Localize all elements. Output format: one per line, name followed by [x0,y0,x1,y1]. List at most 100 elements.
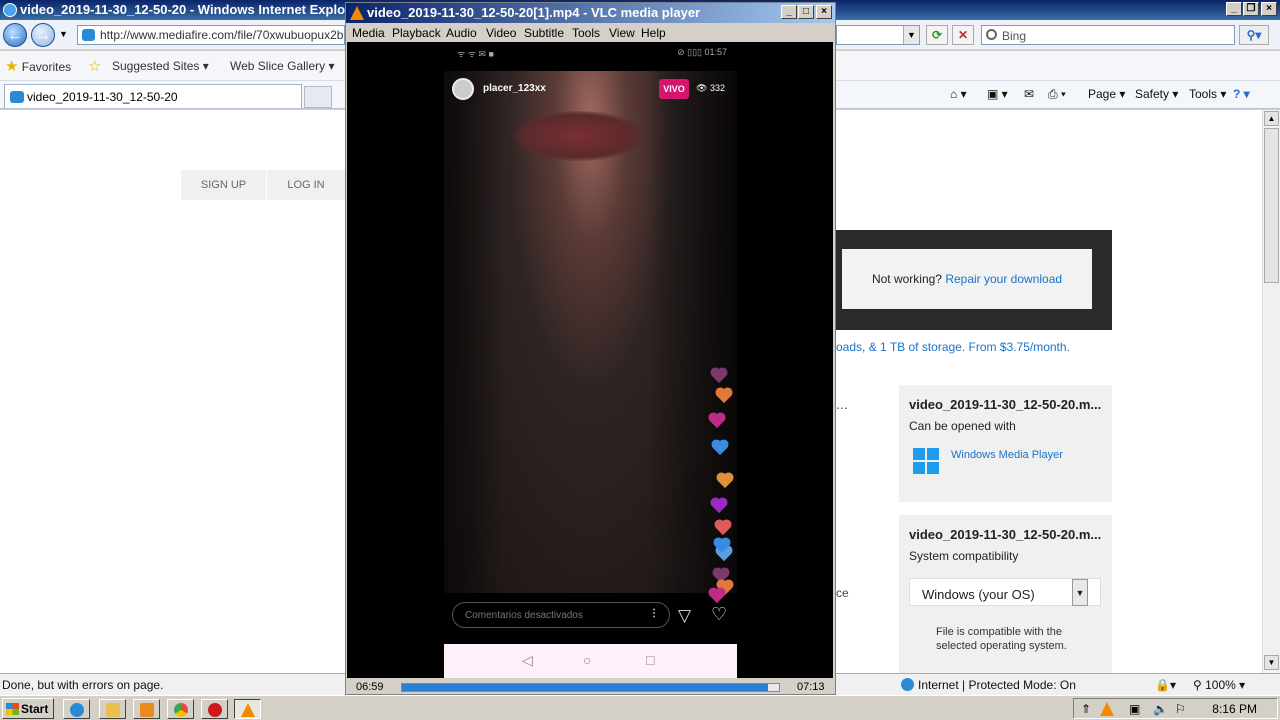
media-player-taskbar-icon[interactable] [133,699,160,719]
browser-tab[interactable]: video_2019-11-30_12-50-20 [4,84,302,108]
vlc-controls: 06:59 07:13 [346,678,835,694]
vlc-maximize-button[interactable]: □ [798,5,814,19]
windows-media-player-link[interactable]: Windows Media Player [951,449,1063,461]
volume-icon[interactable]: 🔈 [1153,702,1168,716]
send-icon: ▽ [678,606,692,625]
system-tray: ⇑ ▣ 🔈 ⚐ 8:16 PM [1073,698,1278,719]
vlc-window-title: video_2019-11-30_12-50-20[1].mp4 - VLC m… [367,5,701,20]
restore-button[interactable]: ❐ [1243,2,1259,16]
mail-icon[interactable]: ✉ [1024,87,1034,101]
safety-menu[interactable]: Safety ▾ [1135,87,1178,101]
search-go-button[interactable]: ⚲▾ [1239,25,1269,45]
live-badge: VIVO [659,79,689,99]
address-dropdown-icon[interactable]: ▼ [903,26,919,44]
repair-download-link[interactable]: Repair your download [945,272,1062,286]
phone-status-bar: ᯤ ᯤ ✉ ■ ⊘ ▯▯▯ 01:57 [457,47,727,60]
tray-vlc-icon[interactable] [1100,702,1114,716]
rss-feed-icon[interactable]: ▣ ▾ [987,87,1008,101]
page-menu[interactable]: Page ▾ [1088,87,1125,101]
comments-placeholder: Comentarios desactivados [465,610,583,621]
menu-subtitle[interactable]: Subtitle [524,26,564,40]
taskbar: Start ⇑ ▣ 🔈 ⚐ 8:16 PM [0,695,1280,720]
stop-icon[interactable]: ✕ [952,25,974,45]
globe-icon [901,678,914,691]
os-select-value: Windows (your OS) [922,587,1035,602]
compatibility-card: video_2019-11-30_12-50-20.m... System co… [899,515,1112,673]
back-arrow-icon[interactable]: ← [3,23,27,47]
viewer-count-value: 332 [709,83,725,93]
star-icon: ★ [5,58,19,75]
vlc-window: video_2019-11-30_12-50-20[1].mp4 - VLC m… [345,2,836,695]
scroll-up-icon[interactable]: ▲ [1264,111,1279,126]
scroll-down-icon[interactable]: ▼ [1264,655,1279,670]
opera-taskbar-icon[interactable] [201,699,228,719]
forward-arrow-icon[interactable]: → [31,23,55,47]
menu-tools[interactable]: Tools [572,26,600,40]
ie-taskbar-icon[interactable] [63,699,90,719]
current-time: 06:59 [356,681,384,693]
vlc-cone-icon [350,6,364,20]
zoom-control[interactable]: ⚲ 100% ▾ [1193,678,1245,692]
os-select[interactable]: Windows (your OS) ▼ [909,578,1101,606]
refresh-icon[interactable]: ⟳ [926,25,948,45]
address-bar-tail[interactable]: ▼ [836,25,920,45]
viewer-count: 👁 332 [696,83,725,93]
vlc-minimize-button[interactable]: _ [781,5,797,19]
compat-line-2: selected operating system. [936,640,1067,652]
address-bar[interactable]: http://www.mediafire.com/file/70xwubuopu… [77,25,345,45]
new-tab-button[interactable] [304,86,332,108]
seek-bar[interactable] [401,683,780,692]
vlc-menu-bar: Media Playback Audio Video Subtitle Tool… [346,23,835,42]
action-center-flag-icon[interactable]: ⚐ [1175,702,1186,716]
add-favorites-icon[interactable]: ☆ [88,57,101,75]
truncated-text: ... [836,396,848,412]
suggested-sites-link[interactable]: Suggested Sites ▾ [112,59,209,73]
scrollbar-thumb[interactable] [1264,128,1279,283]
chrome-taskbar-icon[interactable] [167,699,194,719]
not-working-text: Not working? [871,272,942,286]
storage-offer-link[interactable]: oads, & 1 TB of storage. From $3.75/mont… [836,340,1070,354]
history-dropdown-icon[interactable]: ▼ [59,29,68,39]
menu-help[interactable]: Help [641,26,666,40]
menu-view[interactable]: View [609,26,635,40]
log-in-button[interactable]: LOG IN [267,170,345,200]
minimize-button[interactable]: _ [1226,2,1242,16]
more-options-icon: ⋮ [649,608,659,619]
help-icon[interactable]: ? ▾ [1233,87,1250,101]
menu-playback[interactable]: Playback [392,26,441,40]
favorites-button[interactable]: ★ Favorites [5,57,71,75]
tray-expand-icon[interactable]: ⇑ [1081,702,1091,716]
ie-logo-icon [3,3,17,17]
network-icon[interactable]: ▣ [1129,702,1140,716]
menu-audio[interactable]: Audio [446,26,477,40]
explorer-taskbar-icon[interactable] [99,699,126,719]
menu-video[interactable]: Video [486,26,516,40]
windows-logo-icon [913,448,939,474]
sign-up-button[interactable]: SIGN UP [181,170,266,200]
chevron-down-icon[interactable]: ▼ [1072,579,1088,606]
protected-mode-icon[interactable]: 🔒▾ [1155,678,1176,692]
vlc-taskbar-icon[interactable] [234,699,261,719]
search-input[interactable]: Bing [981,25,1235,45]
clock[interactable]: 8:16 PM [1212,702,1257,716]
web-slice-gallery-link[interactable]: Web Slice Gallery ▾ [230,59,335,73]
start-button[interactable]: Start [2,698,54,719]
home-icon[interactable]: ⌂ ▾ [950,87,967,101]
phone-nav-bar: ◁ ○ □ [444,644,737,678]
print-icon[interactable]: ⎙ ▾ [1048,87,1066,102]
windows-flag-icon [6,703,19,715]
address-text: http://www.mediafire.com/file/70xwubuopu… [100,28,345,42]
close-button[interactable]: × [1261,2,1277,16]
phone-status-left: ᯤ ᯤ ✉ ■ [457,49,494,59]
video-frame: placer_123xx VIVO 👁 332 [444,71,737,604]
menu-media[interactable]: Media [352,26,385,40]
home-circle-icon: ○ [583,652,592,668]
tools-menu[interactable]: Tools ▾ [1189,87,1226,101]
vlc-close-button[interactable]: × [816,5,832,19]
phone-status-right: ⊘ ▯▯▯ 01:57 [677,47,727,57]
heart-icon: ♡ [711,604,728,624]
video-display[interactable]: ᯤ ᯤ ✉ ■ ⊘ ▯▯▯ 01:57 placer_123xx VIVO 👁 … [347,42,833,678]
site-favicon-icon [82,29,95,41]
floating-heart-icon [709,588,725,604]
page-scrollbar[interactable]: ▲ ▼ [1262,110,1280,673]
